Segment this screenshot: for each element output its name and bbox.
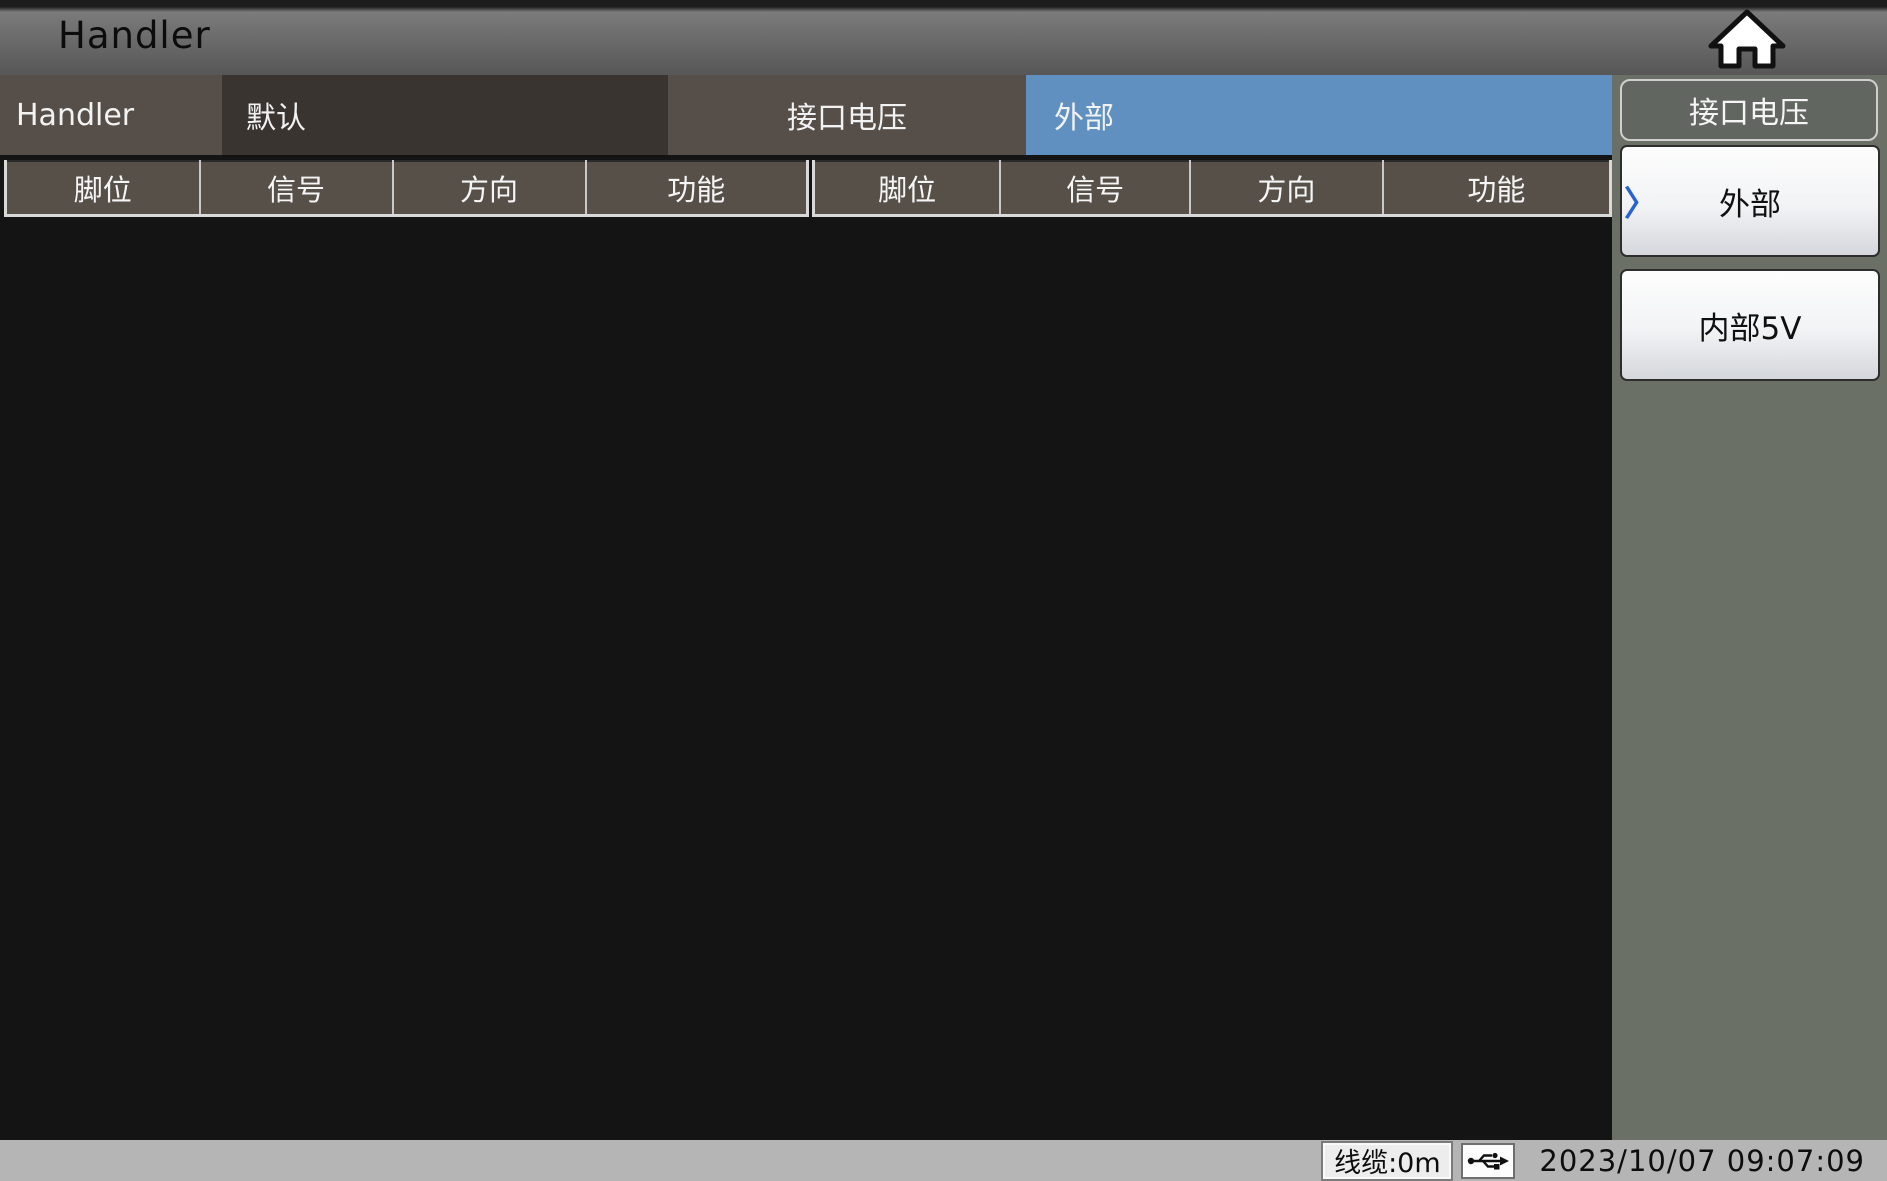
status-bar: 线缆:0m 2023/10/07 09:07:09	[0, 1140, 1887, 1181]
sidebar-button-internal-5v[interactable]: 内部5V	[1620, 269, 1880, 381]
column-header-0: 脚位	[6, 161, 200, 215]
cable-length-box[interactable]: 线缆:0m	[1323, 1143, 1451, 1179]
sidebar-button-external[interactable]: 〉 外部	[1620, 145, 1880, 257]
column-header-3: 功能	[586, 161, 808, 215]
handler-screen: Handler Handler 默认 接口电压 外部 接口电压 〉 外部 内部5…	[0, 0, 1887, 1181]
column-header-0: 脚位	[814, 161, 1001, 215]
sidebar-button-label: 外部	[1719, 179, 1781, 224]
pin-table-area: 脚位信号方向功能 脚位信号方向功能	[0, 155, 1612, 1140]
sidebar: 接口电压 〉 外部 内部5V	[1612, 75, 1887, 1140]
title-bar: Handler	[0, 0, 1887, 75]
toolbar-item-external-selected[interactable]: 外部	[1026, 75, 1612, 155]
selected-chevron-icon: 〉	[1624, 177, 1658, 226]
toolbar-item-handler[interactable]: Handler	[0, 75, 222, 155]
datetime-display: 2023/10/07 09:07:09	[1539, 1144, 1865, 1178]
header-row: 脚位信号方向功能	[814, 161, 1611, 215]
pin-table-left-header: 脚位信号方向功能	[6, 161, 808, 215]
toolbar: Handler 默认 接口电压 外部	[0, 75, 1612, 155]
pin-table-right-header: 脚位信号方向功能	[814, 161, 1611, 215]
sidebar-button-label: 内部5V	[1699, 303, 1802, 348]
sidebar-header-interface-voltage: 接口电压	[1620, 79, 1878, 141]
pin-table-left: 脚位信号方向功能	[4, 160, 809, 217]
toolbar-item-default[interactable]: 默认	[222, 75, 668, 155]
page-title: Handler	[58, 14, 211, 57]
pin-table-right: 脚位信号方向功能	[812, 160, 1612, 217]
column-header-3: 功能	[1383, 161, 1611, 215]
column-header-1: 信号	[1000, 161, 1190, 215]
column-header-1: 信号	[200, 161, 393, 215]
home-icon[interactable]	[1699, 6, 1795, 70]
toolbar-item-interface-voltage[interactable]: 接口电压	[668, 75, 1026, 155]
column-header-2: 方向	[393, 161, 586, 215]
header-row: 脚位信号方向功能	[6, 161, 808, 215]
usb-icon	[1461, 1143, 1515, 1179]
column-header-2: 方向	[1190, 161, 1383, 215]
